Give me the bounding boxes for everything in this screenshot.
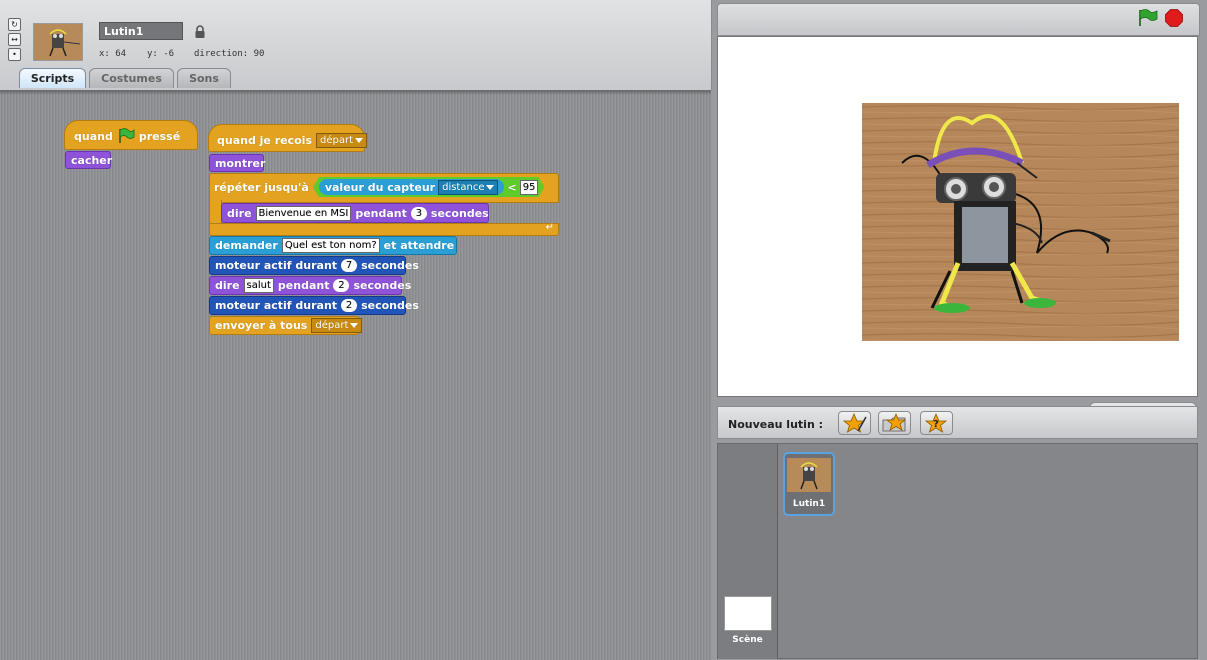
motor-on-for-secs-block[interactable]: moteur actif durant 2 secondes <box>209 296 419 315</box>
rotate-style-flip-icon[interactable]: ↔ <box>8 33 21 46</box>
threshold-input[interactable]: 95 <box>520 180 539 195</box>
block-label: pendant <box>277 279 330 292</box>
message-dropdown[interactable]: départ <box>316 132 368 148</box>
random-sprite-button[interactable]: ? <box>920 411 953 435</box>
motor-secs-input[interactable]: 7 <box>341 259 358 272</box>
svg-text:?: ? <box>933 419 939 430</box>
hide-block[interactable]: cacher <box>65 151 113 169</box>
paint-new-sprite-button[interactable] <box>838 411 871 435</box>
sprite-x: x: 64 <box>99 49 127 59</box>
rotate-style-none-icon[interactable]: • <box>8 48 21 61</box>
say-secs-input[interactable]: 2 <box>333 279 350 292</box>
block-label: pendant <box>355 206 407 220</box>
when-flag-clicked-block[interactable]: quand pressé <box>64 120 198 150</box>
say-for-secs-block[interactable]: dire salut pendant 2 secondes <box>209 276 411 295</box>
reporter-label: valeur du capteur <box>324 180 436 194</box>
sensor-value-reporter[interactable]: valeur du capteur distance <box>319 179 505 195</box>
block-label: secondes <box>361 299 419 312</box>
block-label: répéter jusqu'à <box>214 180 309 194</box>
choose-sprite-from-file-button[interactable] <box>878 411 911 435</box>
block-label: moteur actif durant <box>215 259 338 272</box>
motor-secs-input[interactable]: 2 <box>341 299 358 312</box>
block-label: dire <box>227 206 252 220</box>
block-label: quand <box>74 129 113 143</box>
surprise-star-icon: ? <box>924 412 948 433</box>
green-flag-icon[interactable] <box>1137 9 1159 27</box>
ask-and-wait-block[interactable]: demander Quel est ton nom? et attendre <box>209 236 457 255</box>
block-label: secondes <box>353 279 412 292</box>
block-label: demander <box>215 239 278 252</box>
sprite-tile-thumbnail <box>787 458 831 492</box>
say-secs-input[interactable]: 3 <box>410 206 427 220</box>
block-label: secondes <box>430 206 489 220</box>
say-for-secs-block[interactable]: dire Bienvenue en MSI pendant 3 secondes <box>221 203 489 223</box>
stage-thumbnail[interactable] <box>724 596 772 631</box>
sprite-thumbnail <box>33 23 83 61</box>
sprite-name-field[interactable]: Lutin1 <box>99 22 183 40</box>
tab-sons[interactable]: Sons <box>177 68 231 88</box>
block-label: moteur actif durant <box>215 299 338 312</box>
block-label: et attendre <box>383 239 455 252</box>
message-dropdown[interactable]: départ <box>311 318 363 333</box>
block-label: montrer <box>215 156 266 170</box>
tab-scripts[interactable]: Scripts <box>19 68 86 88</box>
show-block[interactable]: montrer <box>209 154 266 172</box>
block-label: pressé <box>138 129 181 143</box>
lock-icon[interactable] <box>194 25 206 39</box>
repeat-until-header: répéter jusqu'à valeur du capteur distan… <box>209 176 549 198</box>
block-label: quand je recois <box>217 133 313 147</box>
stage-label: Scène <box>732 635 763 645</box>
broadcast-block[interactable]: envoyer à tous départ <box>209 316 363 335</box>
loop-arrow-icon: ↵ <box>545 222 554 233</box>
sprite-tile-label: Lutin1 <box>792 499 826 509</box>
block-label: cacher <box>71 153 113 167</box>
chevron-down-icon <box>486 185 494 190</box>
chevron-down-icon <box>350 323 359 328</box>
say-text-input[interactable]: salut <box>243 278 274 293</box>
stage-toolbar <box>717 3 1200 36</box>
sensor-dropdown[interactable]: distance <box>438 180 498 195</box>
motor-on-for-secs-block[interactable]: moteur actif durant 7 secondes <box>209 256 419 275</box>
block-label: secondes <box>361 259 419 272</box>
operator-symbol: < <box>507 180 517 194</box>
sprite-y: y: -6 <box>147 49 175 59</box>
block-label: dire <box>215 279 240 292</box>
say-text-input[interactable]: Bienvenue en MSI <box>255 205 352 221</box>
block-label: envoyer à tous <box>215 319 308 332</box>
sprite-direction: direction: 90 <box>194 49 265 59</box>
when-i-receive-block[interactable]: quand je recois départ <box>208 124 368 152</box>
new-sprite-label: Nouveau lutin : <box>728 418 823 431</box>
repeat-until-footer: ↵ <box>209 222 559 236</box>
chevron-down-icon <box>355 137 364 143</box>
rotate-style-full-icon[interactable]: ↻ <box>8 18 21 31</box>
less-than-operator[interactable]: valeur du capteur distance < 95 <box>313 177 545 197</box>
stop-sign-icon[interactable] <box>1165 9 1183 27</box>
paint-star-icon <box>842 412 867 433</box>
robot-sprite-image[interactable] <box>862 103 1179 341</box>
green-flag-icon <box>119 128 135 143</box>
tab-costumes[interactable]: Costumes <box>89 68 174 88</box>
question-input[interactable]: Quel est ton nom? <box>281 238 380 253</box>
folder-star-icon <box>882 412 907 432</box>
